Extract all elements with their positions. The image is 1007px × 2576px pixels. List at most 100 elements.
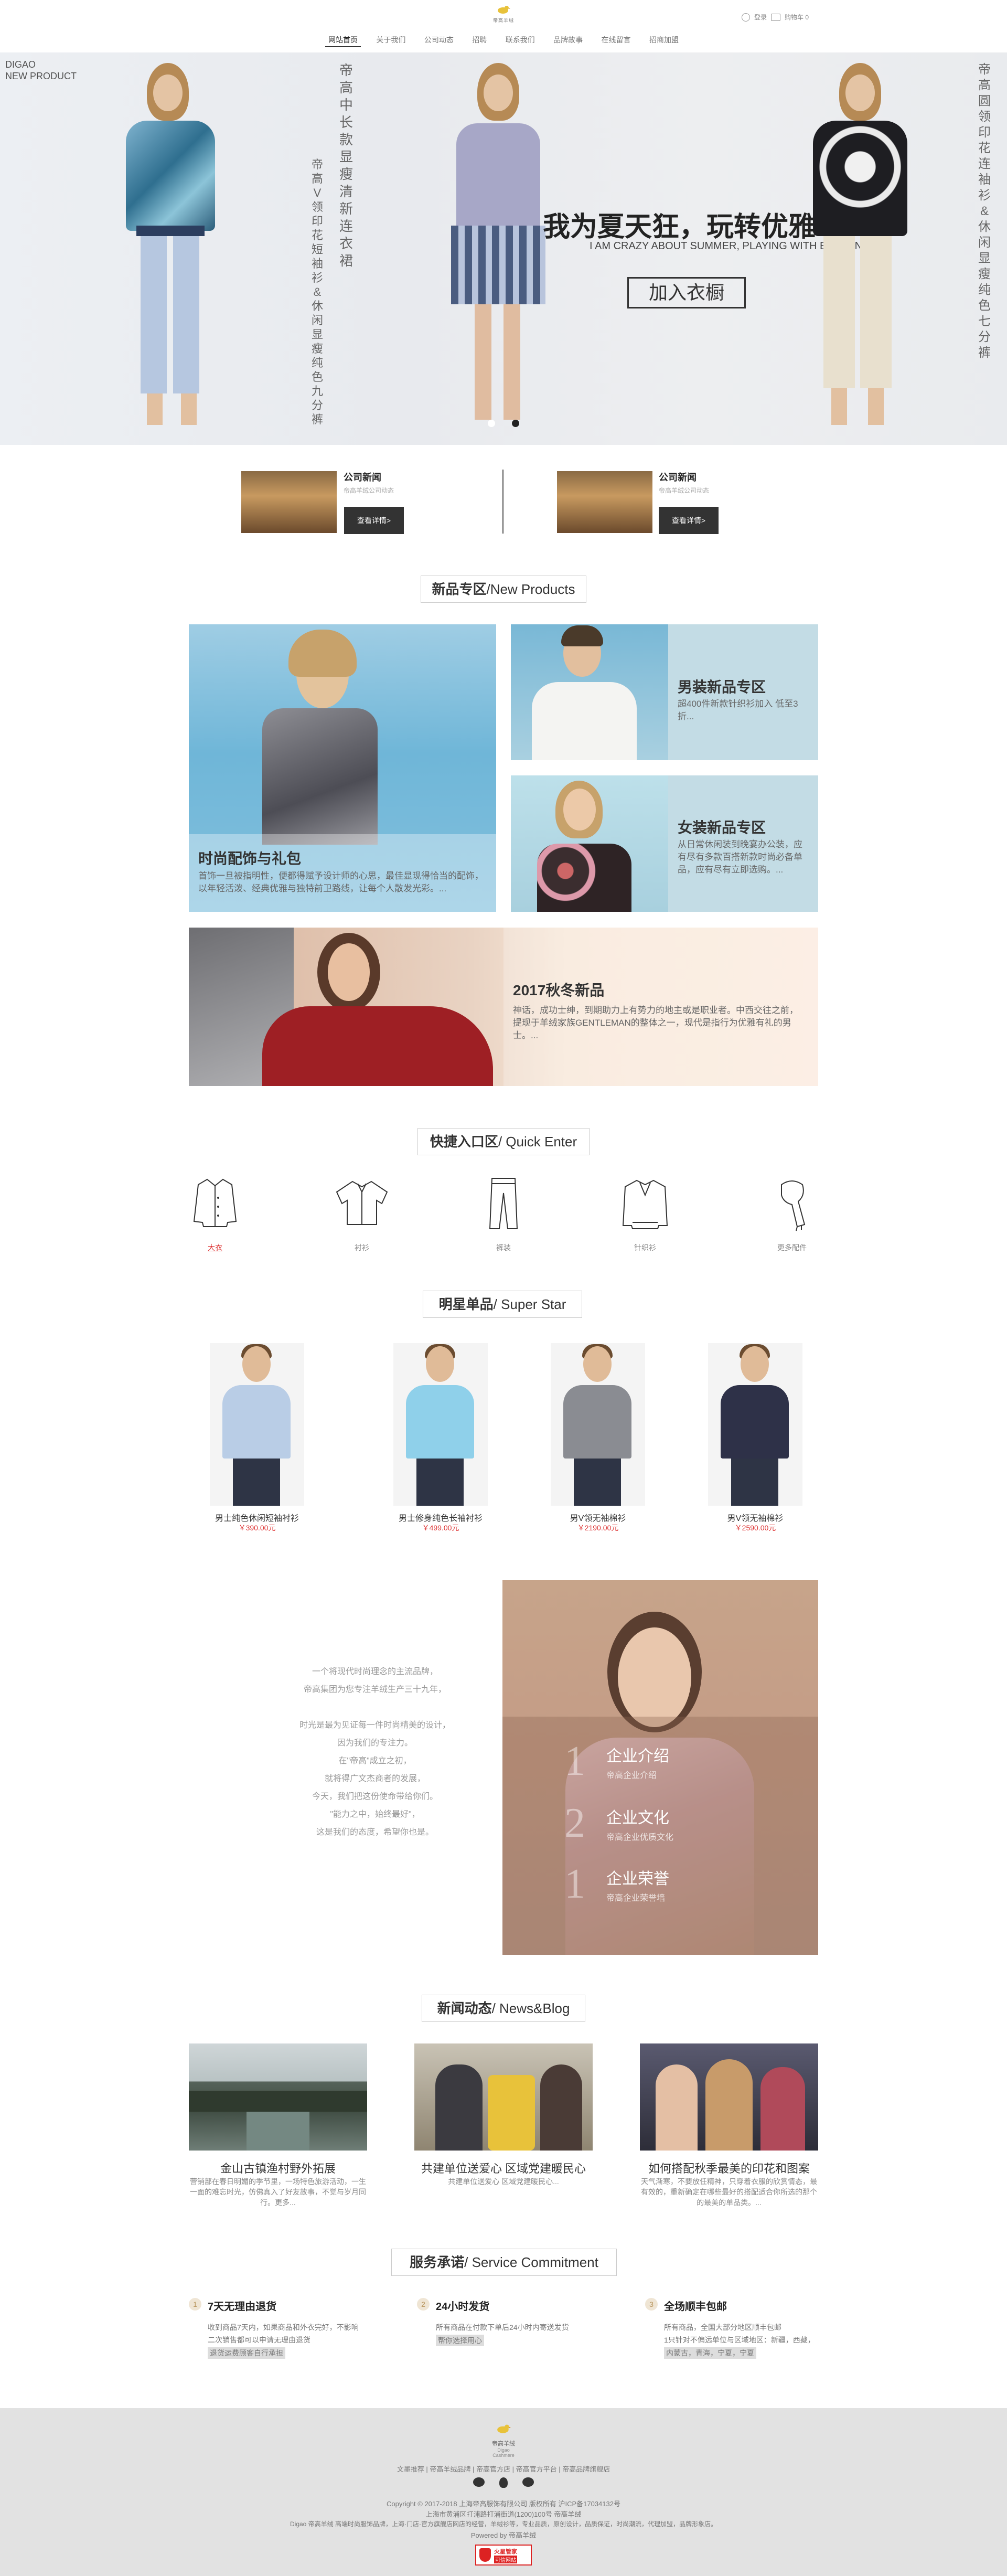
- trousers-icon: [489, 1178, 518, 1229]
- carousel-dot[interactable]: [488, 420, 495, 427]
- footer-powered-by[interactable]: Powered by 帝高羊绒: [0, 2530, 1007, 2540]
- nav-item-message[interactable]: 在线留言: [598, 35, 634, 47]
- nav-item-about[interactable]: 关于我们: [373, 35, 409, 47]
- super-star-item[interactable]: 男士修身纯色长袖衬衫 ￥499.00元: [372, 1343, 509, 1542]
- service-title: 7天无理由退货: [208, 2301, 277, 2313]
- nav-item-brand-story[interactable]: 品牌故事: [550, 35, 586, 47]
- footer-logo-text: 帝高羊绒: [492, 2441, 515, 2447]
- about-line: [257, 1699, 493, 1717]
- nav-item-contact[interactable]: 联系我们: [502, 35, 538, 47]
- trusted-site-badge[interactable]: 火星管家 可信网站: [475, 2545, 532, 2566]
- banner-corner-line1: DIGAO: [5, 59, 36, 70]
- nav-item-home[interactable]: 网站首页: [325, 35, 361, 47]
- section-heading-news-blog: 新闻动态/ News&Blog: [422, 1995, 585, 2022]
- qq-icon[interactable]: [499, 2477, 508, 2488]
- quick-enter-trousers[interactable]: 裤装: [472, 1174, 535, 1253]
- footer-links[interactable]: 文墨推荐 | 帝高羊绒品牌 | 帝高官方店 | 帝高官方平台 | 帝高品牌旗舰店: [0, 2464, 1007, 2474]
- add-to-wardrobe-button[interactable]: 加入衣橱: [627, 277, 746, 308]
- quick-enter-label: 针织衫: [634, 1243, 656, 1252]
- blog-image[interactable]: [189, 2043, 367, 2151]
- service-line: 所有商品，全国大部分地区顺丰包邮: [664, 2323, 781, 2332]
- hero-banner: DIGAO NEW PRODUCT 帝高中长款显瘦清新连衣裙 帝高V领印花短袖衫…: [0, 52, 1007, 445]
- service-title: 全场顺丰包邮: [664, 2301, 727, 2313]
- about-company-honor-link[interactable]: 企业荣誉: [606, 1866, 669, 1889]
- quick-enter-label: 更多配件: [777, 1243, 807, 1252]
- blog-title[interactable]: 共建单位送爱心 区域党建暖民心: [414, 2159, 593, 2176]
- super-star-item[interactable]: 男士纯色休闲短袖衬衫 ￥390.00元: [189, 1343, 325, 1542]
- news-thumbnail[interactable]: [557, 471, 652, 533]
- about-line: 因为我们的专注力。: [337, 1739, 413, 1748]
- quick-enter-accessories[interactable]: 更多配件: [760, 1174, 823, 1253]
- blog-image[interactable]: [414, 2043, 593, 2151]
- social-icons: [473, 2477, 534, 2488]
- super-star-item[interactable]: 男V领无袖棉衫 ￥2190.00元: [530, 1343, 666, 1542]
- product-image: [393, 1343, 488, 1506]
- blog-title[interactable]: 如何搭配秋季最美的印花和图案: [640, 2159, 818, 2176]
- autumn-new-promo[interactable]: 2017秋冬新品 神话，成功士绅，到期助力上有势力的地主或是职业者。中西交往之前…: [189, 928, 818, 1086]
- news-thumbnail[interactable]: [241, 471, 337, 533]
- footer-description: Digao 帝高羊绒 高端时尚服饰品牌，上海·门店·官方旗舰店网店的经营，羊绒衫…: [290, 2520, 717, 2528]
- user-icon[interactable]: [742, 13, 750, 22]
- news-detail-button[interactable]: 查看详情>: [344, 507, 404, 534]
- about-line: 帝高集团为您专注羊绒生产三十九年，: [303, 1685, 446, 1694]
- heading-cn: 新闻动态: [437, 2000, 492, 2016]
- banner-vertical-caption-2: 帝高V领印花短袖衫&休闲显瘦纯色九分裤: [311, 158, 323, 426]
- heading-en: / Service Commitment: [464, 2254, 598, 2270]
- about-company-culture-link[interactable]: 企业文化: [606, 1805, 669, 1828]
- shirt-icon: [336, 1180, 388, 1225]
- cart-link[interactable]: 购物车 0: [785, 13, 809, 22]
- news-desc: 帝高羊绒公司动态: [659, 487, 710, 494]
- quick-enter-coat[interactable]: 大衣: [184, 1174, 247, 1253]
- men-new-text: 超400件新款针织衫加入 低至3折...: [678, 699, 798, 721]
- blog-title[interactable]: 金山古镇渔村野外拓展: [189, 2159, 367, 2176]
- men-new-promo[interactable]: 男装新品专区 超400件新款针织衫加入 低至3折...: [511, 624, 818, 760]
- news-title[interactable]: 公司新闻: [344, 470, 381, 484]
- blog-excerpt: 营销部在春日明媚的季节里，一场特色旅游活动，一生一面的难忘时光，仿佛真入了好友故…: [190, 2177, 366, 2207]
- about-line: 就将得广文杰商者的发展，: [324, 1774, 425, 1783]
- banner-corner-label: DIGAO NEW PRODUCT: [5, 59, 77, 82]
- banner-vertical-caption-3: 帝高圆领印花连袖衫&休闲显瘦纯色七分裤: [978, 62, 991, 360]
- about-sub: 帝高企业荣誉墙: [606, 1894, 666, 1903]
- service-line: 帮你选择用心: [436, 2335, 484, 2346]
- nav-item-company-news[interactable]: 公司动态: [421, 35, 457, 47]
- about-company-intro-link[interactable]: 企业介绍: [606, 1743, 669, 1766]
- shield-icon: [479, 2548, 491, 2562]
- banner-vertical-caption-1: 帝高中长款显瘦清新连衣裙: [339, 62, 353, 269]
- section-heading-super-star: 明星单品/ Super Star: [423, 1291, 582, 1318]
- blog-image[interactable]: [640, 2043, 818, 2151]
- news-detail-button[interactable]: 查看详情>: [659, 507, 719, 534]
- login-link[interactable]: 登录: [754, 13, 767, 22]
- brand-logo[interactable]: 帝高羊绒: [488, 4, 519, 30]
- about-line: 一个将现代时尚理念的主流品牌，: [312, 1667, 438, 1676]
- nav-item-jobs[interactable]: 招聘: [469, 35, 490, 47]
- about-line: 在"帝高"成立之初，: [338, 1757, 412, 1765]
- knitwear-icon: [622, 1179, 668, 1229]
- header-user-area: 登录 购物车 0: [742, 13, 809, 22]
- carousel-dot[interactable]: [512, 420, 519, 427]
- super-star-item[interactable]: 男V领无袖棉衫 ￥2590.00元: [687, 1343, 823, 1542]
- footer-copyright: Copyright © 2017-2018 上海帝高服饰有限公司 版权所有 沪I…: [387, 2500, 620, 2508]
- site-footer: 帝高羊绒 Digao Cashmere 文墨推荐 | 帝高羊绒品牌 | 帝高官方…: [0, 2408, 1007, 2576]
- news-title[interactable]: 公司新闻: [659, 470, 697, 484]
- product-name: 男V领无袖棉衫: [570, 1514, 626, 1523]
- cart-icon[interactable]: [771, 13, 781, 21]
- product-price: ￥2590.00元: [734, 1524, 776, 1532]
- women-new-promo[interactable]: 女装新品专区 从日常休闲装到晚宴办公装，应有尽有多款百搭新款时尚必备单品，应有尽…: [511, 775, 818, 912]
- service-line: 所有商品在付款下单后24小时内寄送发货: [436, 2323, 569, 2332]
- main-nav: 网站首页 关于我们 公司动态 招聘 联系我们 品牌故事 在线留言 招商加盟: [325, 35, 682, 47]
- nav-item-franchise[interactable]: 招商加盟: [646, 35, 682, 47]
- news-desc: 帝高羊绒公司动态: [344, 487, 394, 494]
- model-figure: [792, 63, 928, 445]
- autumn-new-text: 神话，成功士绅，到期助力上有势力的地主或是职业者。中西交往之前，提现于羊绒家族G…: [513, 1005, 798, 1040]
- heading-en: / Super Star: [493, 1296, 566, 1312]
- men-new-title: 男装新品专区: [678, 679, 766, 695]
- footer-logo[interactable]: 帝高羊绒 Digao Cashmere: [488, 2423, 519, 2458]
- quick-enter-knitwear[interactable]: 针织衫: [614, 1174, 677, 1253]
- wechat-icon[interactable]: [473, 2477, 485, 2487]
- accessories-promo[interactable]: 时尚配饰与礼包 首饰一旦被指明性，便都得赋予设计师的心思，最佳显现得恰当的配饰，…: [189, 624, 496, 912]
- quick-enter-label: 大衣: [208, 1243, 222, 1252]
- badge-line2: 可信网站: [494, 2555, 517, 2563]
- weibo-icon[interactable]: [522, 2477, 534, 2487]
- about-sub: 帝高企业介绍: [606, 1771, 657, 1780]
- quick-enter-shirt[interactable]: 衬衫: [330, 1174, 393, 1253]
